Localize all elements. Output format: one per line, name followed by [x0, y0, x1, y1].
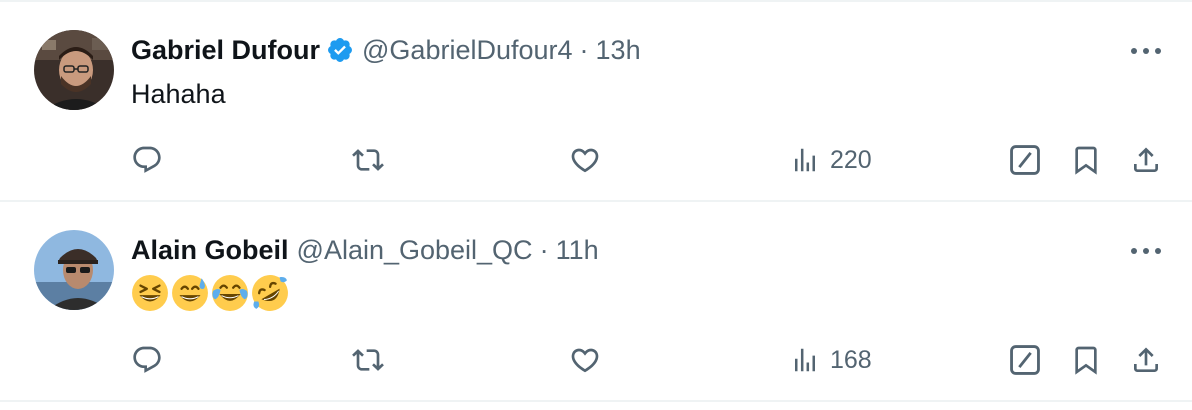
grinning-squinting-face-icon	[132, 275, 168, 311]
views-count: 168	[830, 345, 872, 374]
avatar[interactable]	[34, 30, 114, 110]
share-button[interactable]	[1130, 140, 1162, 180]
share-button[interactable]	[1130, 340, 1162, 380]
separator-dot: ·	[539, 235, 549, 265]
verified-badge-icon[interactable]	[326, 36, 354, 64]
tweet-text: Hahaha	[131, 79, 226, 109]
grok-button[interactable]	[1008, 340, 1042, 380]
views-icon	[795, 148, 815, 172]
author-name[interactable]: Gabriel Dufour	[131, 30, 320, 70]
rolling-on-the-floor-laughing-icon	[252, 275, 288, 311]
tweet-actions: 168	[0, 340, 1192, 380]
grok-icon	[1010, 345, 1040, 375]
retweet-icon	[352, 349, 384, 371]
divider	[0, 400, 1192, 402]
reply-button[interactable]	[131, 340, 163, 380]
share-icon	[1134, 147, 1158, 172]
timestamp[interactable]: 13h	[596, 30, 641, 70]
bookmark-icon	[1075, 146, 1097, 175]
more-icon[interactable]	[1128, 236, 1164, 266]
grok-icon	[1010, 145, 1040, 175]
more-icon[interactable]	[1128, 36, 1164, 66]
timeline: Gabriel Dufour @GabrielDufour4 · 13h Hah…	[0, 0, 1192, 402]
share-icon	[1134, 347, 1158, 372]
like-button[interactable]	[569, 340, 601, 380]
views-button[interactable]: 168	[790, 340, 872, 380]
reply-button[interactable]	[131, 140, 163, 180]
reply-icon	[133, 146, 161, 173]
grok-button[interactable]	[1008, 140, 1042, 180]
retweet-button[interactable]	[351, 140, 385, 180]
tweet-header: Alain Gobeil @Alain_Gobeil_QC · 11h	[131, 230, 599, 270]
reply-icon	[133, 346, 161, 373]
tweet-actions: 220	[0, 140, 1192, 180]
views-icon	[795, 348, 815, 372]
like-button[interactable]	[569, 140, 601, 180]
like-icon	[571, 148, 599, 173]
tweet[interactable]: Gabriel Dufour @GabrielDufour4 · 13h Hah…	[0, 2, 1192, 200]
author-handle[interactable]: @GabrielDufour4	[362, 30, 573, 70]
tweet[interactable]: Alain Gobeil @Alain_Gobeil_QC · 11h 168	[0, 202, 1192, 400]
tweet-header: Gabriel Dufour @GabrielDufour4 · 13h	[131, 30, 641, 70]
separator-dot: ·	[579, 35, 589, 65]
avatar[interactable]	[34, 230, 114, 310]
like-icon	[571, 348, 599, 373]
grinning-face-with-sweat-icon	[172, 275, 208, 311]
retweet-button[interactable]	[351, 340, 385, 380]
views-button[interactable]: 220	[790, 140, 872, 180]
author-name[interactable]: Alain Gobeil	[131, 230, 289, 270]
tweet-text	[131, 274, 289, 312]
retweet-icon	[352, 149, 384, 171]
author-handle[interactable]: @Alain_Gobeil_QC	[297, 230, 533, 270]
bookmark-button[interactable]	[1070, 340, 1102, 380]
bookmark-button[interactable]	[1070, 140, 1102, 180]
face-with-tears-of-joy-icon	[212, 275, 248, 311]
timestamp[interactable]: 11h	[556, 230, 599, 270]
bookmark-icon	[1075, 346, 1097, 375]
views-count: 220	[830, 145, 872, 174]
